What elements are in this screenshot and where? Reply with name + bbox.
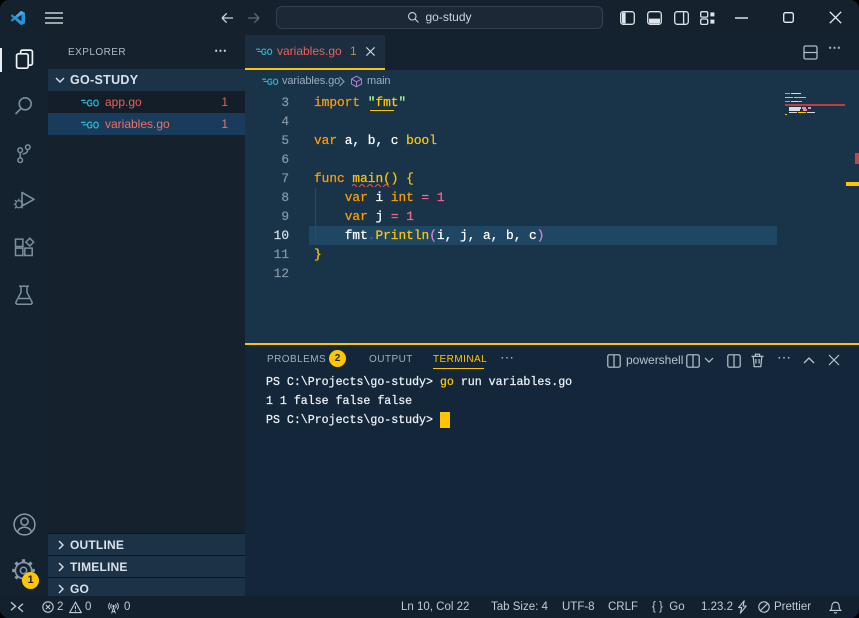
- svg-text:GO: GO: [261, 47, 273, 58]
- svg-text:GO: GO: [87, 98, 100, 109]
- svg-text:GO: GO: [267, 77, 279, 88]
- svg-text:GO: GO: [87, 120, 100, 131]
